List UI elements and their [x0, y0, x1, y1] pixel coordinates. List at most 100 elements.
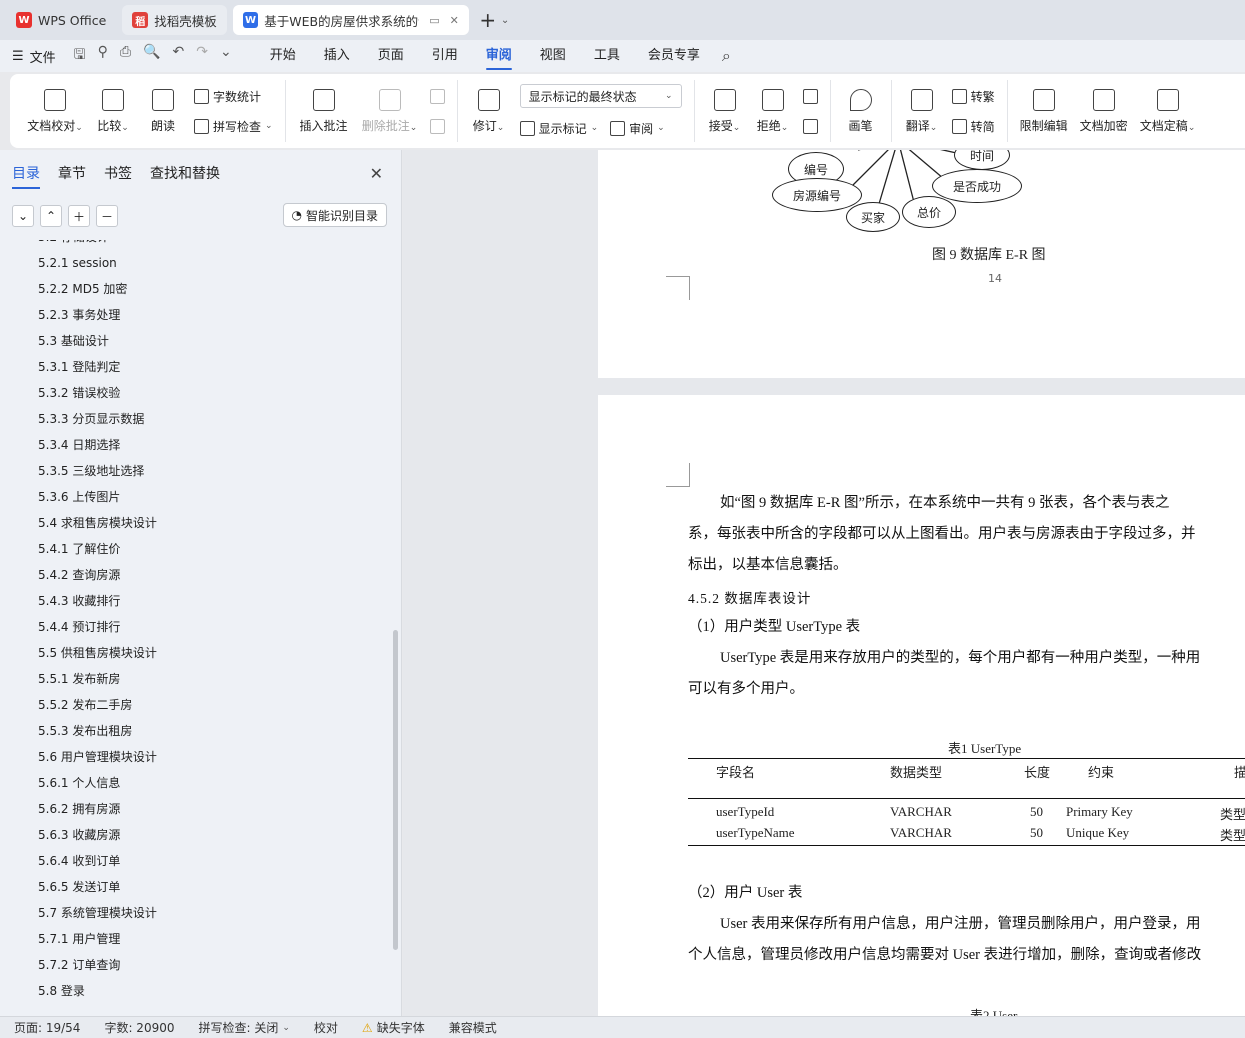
delete-comment-button[interactable]: 删除批注⌄: [358, 81, 422, 141]
finalize-button[interactable]: 文档定稿⌄: [1136, 81, 1200, 141]
redo-icon[interactable]: ↷: [196, 44, 208, 68]
expand-down-button[interactable]: ⌄: [12, 205, 34, 227]
tab-daoke-templates[interactable]: 稻 找稻壳模板: [122, 5, 227, 35]
spell-check-toggle[interactable]: 拼写检查: 关闭 ⌄: [199, 1019, 302, 1036]
toc-item[interactable]: 5.2 存储设计: [0, 240, 390, 250]
toc-item[interactable]: 5.5.3 发布出租房: [0, 718, 390, 744]
toc-item[interactable]: 5.2.3 事务处理: [0, 302, 390, 328]
toc-item[interactable]: 5.6.2 拥有房源: [0, 796, 390, 822]
menu-tools[interactable]: 工具: [580, 40, 634, 72]
share-icon[interactable]: ⚲: [98, 44, 108, 68]
toc-item[interactable]: 5.4.2 查询房源: [0, 562, 390, 588]
collapse-up-button[interactable]: ⌃: [40, 205, 62, 227]
page-indicator[interactable]: 页面: 19/54: [14, 1019, 92, 1036]
file-menu[interactable]: ☰ 文件: [12, 47, 56, 66]
compare-button[interactable]: 比较⌄: [90, 81, 136, 141]
toc-item[interactable]: 5.2.1 session: [0, 250, 390, 276]
close-icon[interactable]: ✕: [370, 164, 383, 183]
to-simplified-button[interactable]: 转简: [951, 116, 995, 136]
toc-item[interactable]: 5.5.1 发布新房: [0, 666, 390, 692]
previous-change-button[interactable]: [802, 86, 818, 106]
spell-check-button[interactable]: 拼写检查 ⌄: [194, 116, 273, 136]
chevron-down-icon[interactable]: ⌄: [220, 44, 232, 68]
toc-item[interactable]: 5.3.1 登陆判定: [0, 354, 390, 380]
toc-item[interactable]: 5.3.2 错误校验: [0, 380, 390, 406]
word-count-button[interactable]: 字数统计: [194, 86, 273, 106]
ribbon-group-ink: 画笔: [831, 80, 892, 142]
wps-logo-icon: W: [16, 12, 32, 28]
search-icon[interactable]: ⌕: [722, 46, 731, 66]
toc-item[interactable]: 5.7.1 用户管理: [0, 926, 390, 952]
menu-reference[interactable]: 引用: [418, 40, 472, 72]
toc-item[interactable]: 5.4.4 预订排行: [0, 614, 390, 640]
tab-toc[interactable]: 目录: [12, 163, 40, 189]
menu-review[interactable]: 审阅: [472, 40, 526, 72]
toc-item[interactable]: 5.7 系统管理模块设计: [0, 900, 390, 926]
revise-button[interactable]: 修订⌄: [466, 81, 512, 141]
toc-item[interactable]: 5.4 求租售房模块设计: [0, 510, 390, 536]
undo-icon[interactable]: ↶: [173, 44, 185, 68]
review-pane-button[interactable]: 审阅 ⌄: [610, 118, 665, 138]
toc-item[interactable]: 5.3 基础设计: [0, 328, 390, 354]
toc-item[interactable]: 5.3.6 上传图片: [0, 484, 390, 510]
remove-heading-button[interactable]: －: [96, 205, 118, 227]
next-change-button[interactable]: [802, 116, 818, 136]
show-markup-button[interactable]: 显示标记 ⌄: [519, 118, 598, 138]
toc-item[interactable]: 5.8 登录: [0, 978, 390, 1004]
close-icon[interactable]: ✕: [450, 14, 459, 27]
doc-check-button[interactable]: 文档校对⌄: [24, 81, 86, 141]
missing-font-button[interactable]: ⚠ 缺失字体: [362, 1019, 437, 1036]
toc-item[interactable]: 5.6.3 收藏房源: [0, 822, 390, 848]
chevron-down-icon[interactable]: ⌄: [501, 15, 509, 26]
toc-item[interactable]: 5.4.1 了解住价: [0, 536, 390, 562]
toc-item[interactable]: 5.3.4 日期选择: [0, 432, 390, 458]
screen-icon[interactable]: ▭: [429, 14, 439, 27]
pen-button[interactable]: 画笔: [839, 81, 883, 141]
smart-toc-button[interactable]: ◔ 智能识别目录: [282, 203, 387, 227]
menu-view[interactable]: 视图: [526, 40, 580, 72]
toc-item[interactable]: 5.6.1 个人信息: [0, 770, 390, 796]
toc-item[interactable]: 5.3.5 三级地址选择: [0, 458, 390, 484]
menu-member[interactable]: 会员专享: [634, 40, 714, 72]
er-node: 是否成功: [932, 169, 1022, 203]
review-pane-icon: [610, 120, 626, 136]
toc-item[interactable]: 5.6.4 收到订单: [0, 848, 390, 874]
menu-start[interactable]: 开始: [256, 40, 310, 72]
next-comment-button[interactable]: [429, 116, 445, 136]
toc-item[interactable]: 5.6.5 发送订单: [0, 874, 390, 900]
tab-wps-office[interactable]: W WPS Office: [6, 5, 116, 35]
reject-button[interactable]: 拒绝⌄: [751, 81, 795, 141]
menu-page[interactable]: 页面: [364, 40, 418, 72]
save-icon[interactable]: 🖫: [74, 44, 86, 68]
new-tab-button[interactable]: +: [477, 8, 499, 32]
toc-item[interactable]: 5.6 用户管理模块设计: [0, 744, 390, 770]
translate-button[interactable]: 翻译⌄: [900, 81, 944, 141]
print-icon[interactable]: ⎙: [120, 44, 131, 68]
restrict-edit-button[interactable]: 限制编辑: [1016, 81, 1072, 141]
toc-item[interactable]: 5.4.3 收藏排行: [0, 588, 390, 614]
add-heading-button[interactable]: ＋: [68, 205, 90, 227]
read-aloud-button[interactable]: 朗读: [140, 81, 186, 141]
toc-scrollbar[interactable]: [393, 630, 398, 950]
tab-bookmarks[interactable]: 书签: [104, 163, 132, 183]
ribbon-group-language: 翻译⌄ 转繁 转简: [892, 80, 1008, 142]
body-paragraph: User 表用来保存所有用户信息，用户注册，管理员删除用户，用户登录，用: [720, 916, 1201, 932]
print-preview-icon[interactable]: 🔍: [143, 44, 160, 68]
toc-item[interactable]: 5.5.2 发布二手房: [0, 692, 390, 718]
toc-item[interactable]: 5.5 供租售房模块设计: [0, 640, 390, 666]
toc-item[interactable]: 5.2.2 MD5 加密: [0, 276, 390, 302]
toc-item[interactable]: 5.7.2 订单查询: [0, 952, 390, 978]
insert-comment-button[interactable]: 插入批注: [294, 81, 354, 141]
menu-insert[interactable]: 插入: [310, 40, 364, 72]
accept-button[interactable]: 接受⌄: [703, 81, 747, 141]
tab-find-replace[interactable]: 查找和替换: [150, 163, 220, 183]
word-count-indicator[interactable]: 字数: 20900: [104, 1019, 186, 1036]
toc-item[interactable]: 5.3.3 分页显示数据: [0, 406, 390, 432]
tab-chapters[interactable]: 章节: [58, 163, 86, 183]
encrypt-button[interactable]: 文档加密: [1076, 81, 1132, 141]
to-traditional-button[interactable]: 转繁: [951, 86, 995, 106]
tab-document[interactable]: W 基于WEB的房屋供求系统的设 ▭ ✕: [232, 5, 469, 35]
markup-state-select[interactable]: 显示标记的最终状态 ⌄: [519, 84, 682, 108]
previous-comment-button[interactable]: [429, 86, 445, 106]
proofread-button[interactable]: 校对: [314, 1019, 350, 1036]
